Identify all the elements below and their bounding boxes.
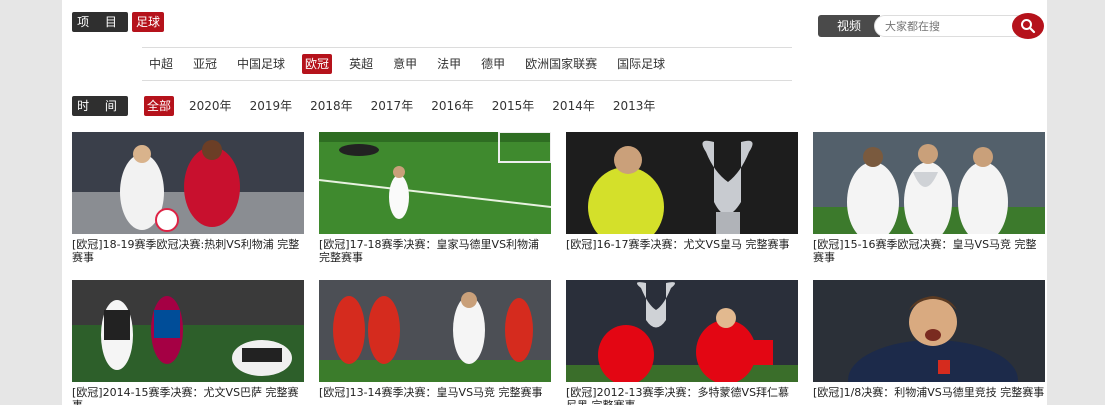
year-item[interactable]: 2017年 — [368, 96, 417, 116]
video-card[interactable]: [欧冠]2014-15赛季决赛：尤文VS巴萨 完整赛事 — [72, 280, 304, 405]
video-card[interactable]: [欧冠]1/8决赛：利物浦VS马德里竞技 完整赛事 — [813, 280, 1045, 405]
year-nav: 全部 2020年 2019年 2018年 2017年 2016年 2015年 2… — [144, 96, 670, 116]
league-item[interactable]: 中超 — [146, 54, 176, 74]
video-card[interactable]: [欧冠]17-18赛季决赛：皇家马德里VS利物浦 完整赛事 — [319, 132, 551, 264]
video-thumbnail[interactable] — [813, 280, 1045, 382]
search-input[interactable] — [874, 15, 1034, 37]
video-card[interactable]: [欧冠]13-14赛季决赛：皇马VS马竞 完整赛事 — [319, 280, 551, 405]
league-item[interactable]: 国际足球 — [614, 54, 668, 74]
video-thumbnail[interactable] — [566, 132, 798, 234]
search-type-label[interactable]: 视频 — [818, 15, 880, 37]
year-item[interactable]: 2015年 — [489, 96, 538, 116]
league-item[interactable]: 法甲 — [434, 54, 464, 74]
search-icon — [1021, 19, 1036, 34]
video-card[interactable]: [欧冠]15-16赛季欧冠决赛：皇马VS马竞 完整赛事 — [813, 132, 1045, 264]
video-thumbnail[interactable] — [566, 280, 798, 382]
league-item-active[interactable]: 欧冠 — [302, 54, 333, 74]
year-item[interactable]: 2018年 — [307, 96, 356, 116]
year-item[interactable]: 2013年 — [610, 96, 659, 116]
video-title[interactable]: [欧冠]1/8决赛：利物浦VS马德里竞技 完整赛事 — [813, 386, 1045, 405]
video-thumbnail[interactable] — [72, 132, 304, 234]
video-title[interactable]: [欧冠]18-19赛季欧冠决赛:热刺VS利物浦 完整赛事 — [72, 238, 304, 264]
league-item[interactable]: 英超 — [346, 54, 376, 74]
video-title[interactable]: [欧冠]16-17赛季决赛：尤文VS皇马 完整赛事 — [566, 238, 798, 264]
video-card[interactable]: [欧冠]2012-13赛季决赛：多特蒙德VS拜仁慕尼黑 完整赛事 — [566, 280, 798, 405]
video-title[interactable]: [欧冠]15-16赛季欧冠决赛：皇马VS马竞 完整赛事 — [813, 238, 1045, 264]
video-thumbnail[interactable] — [813, 132, 1045, 234]
league-item[interactable]: 意甲 — [390, 54, 420, 74]
video-thumbnail[interactable] — [72, 280, 304, 382]
project-value-football[interactable]: 足球 — [132, 12, 164, 32]
video-title[interactable]: [欧冠]13-14赛季决赛：皇马VS马竞 完整赛事 — [319, 386, 551, 405]
league-item[interactable]: 中国足球 — [234, 54, 288, 74]
page: 项 目 足球 视频 中超 亚冠 中国足球 欧冠 英超 意甲 法甲 德甲 欧洲国家… — [62, 0, 1047, 405]
league-item[interactable]: 德甲 — [478, 54, 508, 74]
video-title[interactable]: [欧冠]17-18赛季决赛：皇家马德里VS利物浦 完整赛事 — [319, 238, 551, 264]
video-thumbnail[interactable] — [319, 132, 551, 234]
year-item[interactable]: 2020年 — [186, 96, 235, 116]
league-item[interactable]: 欧洲国家联赛 — [522, 54, 600, 74]
time-label: 时 间 — [72, 96, 128, 116]
video-thumbnail[interactable] — [319, 280, 551, 382]
video-title[interactable]: [欧冠]2014-15赛季决赛：尤文VS巴萨 完整赛事 — [72, 386, 304, 405]
search-bar: 视频 — [818, 13, 1046, 39]
divider-top — [142, 47, 792, 48]
league-item[interactable]: 亚冠 — [190, 54, 220, 74]
video-title[interactable]: [欧冠]2012-13赛季决赛：多特蒙德VS拜仁慕尼黑 完整赛事 — [566, 386, 798, 405]
search-button[interactable] — [1012, 13, 1044, 39]
year-item[interactable]: 2014年 — [549, 96, 598, 116]
year-item[interactable]: 2016年 — [428, 96, 477, 116]
year-item[interactable]: 2019年 — [247, 96, 296, 116]
project-label: 项 目 — [72, 12, 128, 32]
video-card[interactable]: [欧冠]16-17赛季决赛：尤文VS皇马 完整赛事 — [566, 132, 798, 264]
league-nav: 中超 亚冠 中国足球 欧冠 英超 意甲 法甲 德甲 欧洲国家联赛 国际足球 — [146, 54, 682, 74]
divider-bottom — [142, 80, 792, 81]
year-item-active[interactable]: 全部 — [144, 96, 175, 116]
video-card[interactable]: [欧冠]18-19赛季欧冠决赛:热刺VS利物浦 完整赛事 — [72, 132, 304, 264]
